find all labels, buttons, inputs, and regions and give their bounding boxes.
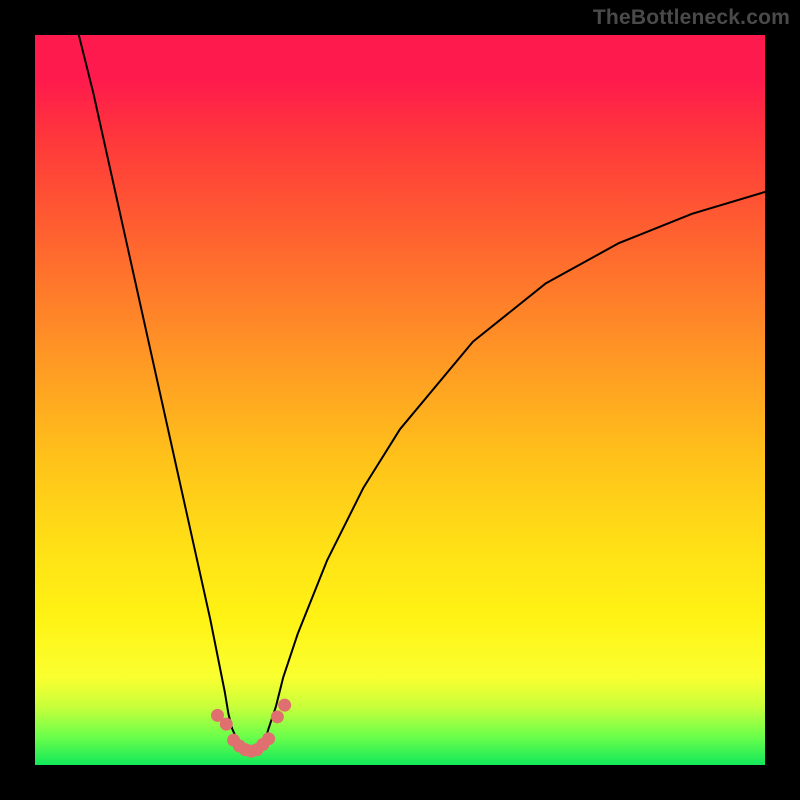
series-right-curve <box>265 192 765 740</box>
marker-dot <box>220 718 233 731</box>
marker-dot <box>262 732 275 745</box>
chart-frame: TheBottleneck.com <box>0 0 800 800</box>
watermark-text: TheBottleneck.com <box>593 6 790 30</box>
marker-dot <box>278 699 291 712</box>
curve-svg <box>35 35 765 765</box>
marker-dot <box>271 710 284 723</box>
series-left-curve <box>79 35 237 740</box>
marker-layer <box>211 699 291 758</box>
plot-area <box>35 35 765 765</box>
curve-layer <box>79 35 765 753</box>
